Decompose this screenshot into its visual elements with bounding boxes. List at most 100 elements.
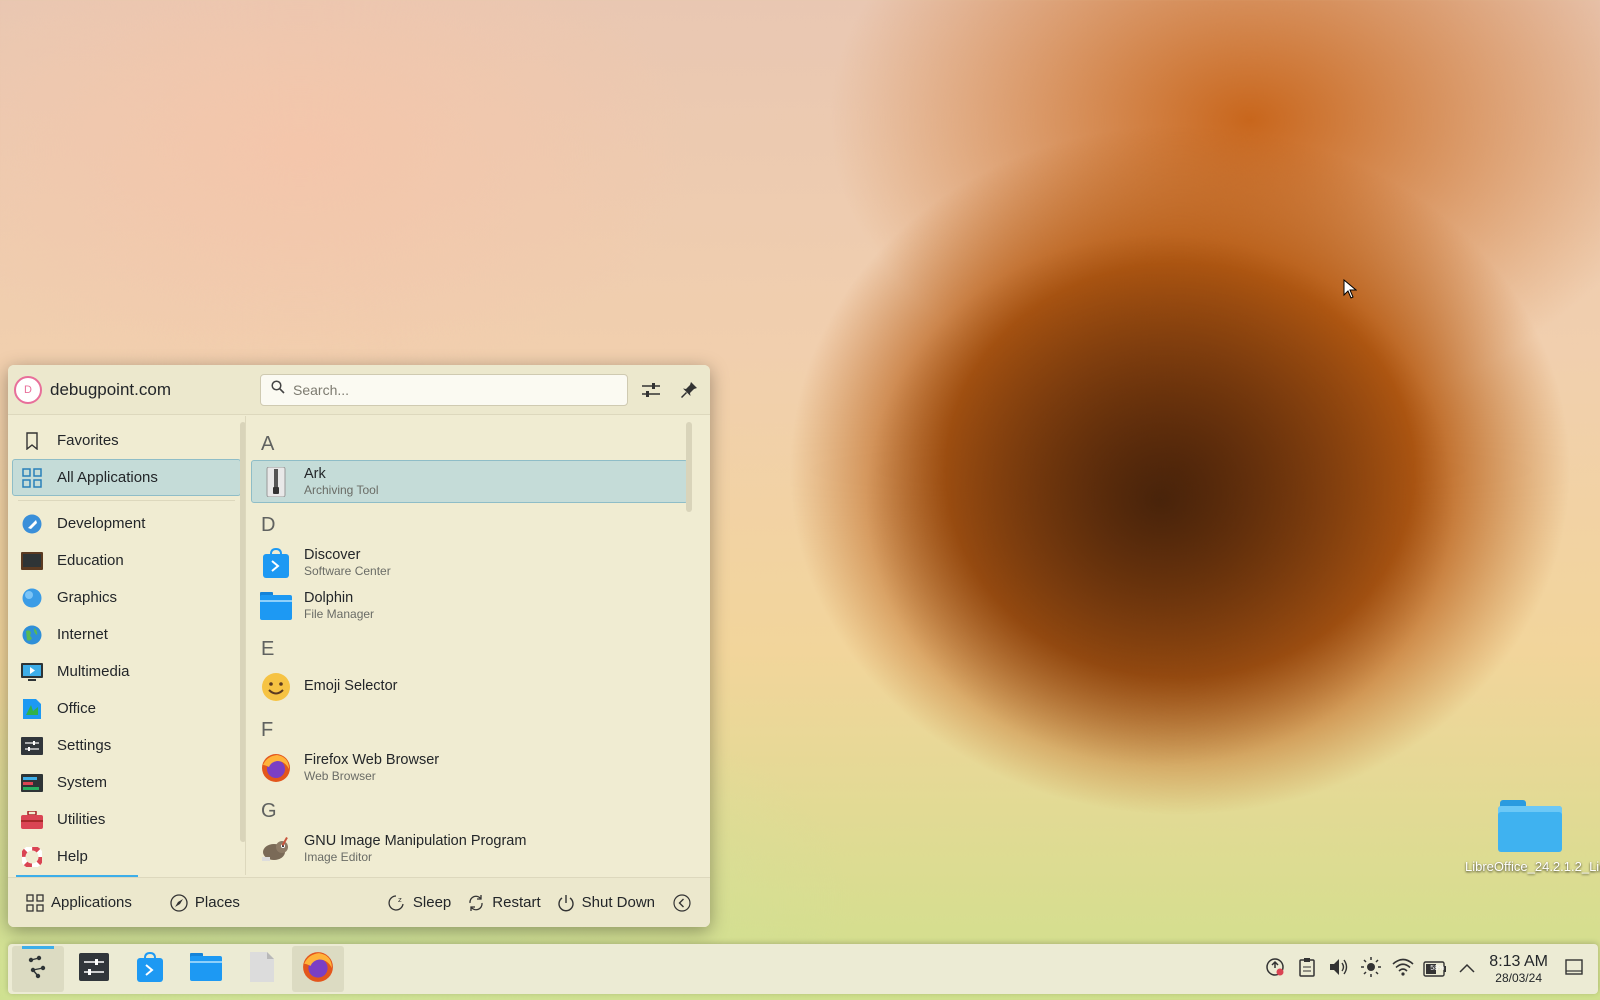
category-label: Education xyxy=(57,552,124,569)
launcher-header: D debugpoint.com xyxy=(8,365,710,415)
category-office[interactable]: Office xyxy=(12,690,241,727)
sleep-button[interactable]: z Sleep xyxy=(380,886,459,920)
folder-icon xyxy=(190,952,222,986)
avatar[interactable]: D xyxy=(14,375,42,404)
category-list: Favorites All Applications Development E… xyxy=(8,416,245,875)
category-label: Office xyxy=(57,700,96,717)
launcher-body: Favorites All Applications Development E… xyxy=(8,416,710,875)
tray-updates[interactable] xyxy=(1259,953,1291,985)
education-icon xyxy=(21,550,43,572)
launcher-button[interactable] xyxy=(12,946,64,992)
app-discover[interactable]: Discover Software Center xyxy=(251,541,688,584)
sleep-label: Sleep xyxy=(412,894,452,911)
tray-expand-button[interactable] xyxy=(1451,953,1483,985)
digital-clock[interactable]: 8:13 AM 28/03/24 xyxy=(1489,953,1548,985)
user-info[interactable]: D debugpoint.com xyxy=(8,375,260,404)
app-list-scrollbar[interactable] xyxy=(686,422,692,512)
application-list: A Ark Archiving Tool D Discover Software C… xyxy=(245,416,710,875)
category-development[interactable]: Development xyxy=(12,505,241,542)
tray-brightness[interactable] xyxy=(1355,953,1387,985)
configure-button[interactable] xyxy=(636,375,666,405)
category-label: Utilities xyxy=(57,811,106,828)
section-letter: G xyxy=(261,800,277,822)
globe-icon xyxy=(21,624,43,646)
search-icon xyxy=(271,380,285,399)
settings-icon xyxy=(21,735,43,757)
tray-volume[interactable] xyxy=(1323,953,1355,985)
category-system[interactable]: System xyxy=(12,764,241,801)
update-notifier-icon xyxy=(1265,957,1285,982)
category-education[interactable]: Education xyxy=(12,542,241,579)
search-box[interactable] xyxy=(260,373,628,406)
restart-icon xyxy=(467,894,485,912)
restart-button[interactable]: Restart xyxy=(459,886,548,920)
category-all-applications[interactable]: All Applications xyxy=(12,459,241,496)
settings-icon xyxy=(79,952,109,986)
taskbar-system-settings[interactable] xyxy=(68,946,120,992)
document-icon xyxy=(250,951,274,987)
category-label: Development xyxy=(57,515,146,532)
app-description: Image Editor xyxy=(304,849,373,864)
category-multimedia[interactable]: Multimedia xyxy=(12,653,241,690)
wifi-icon xyxy=(1392,958,1414,981)
tray-battery[interactable]: 58% xyxy=(1419,953,1451,985)
category-internet[interactable]: Internet xyxy=(12,616,241,653)
svg-text:z: z xyxy=(398,896,402,904)
system-tray: 58% 8:13 AM 28/03/24 xyxy=(1259,944,1590,994)
compass-icon xyxy=(170,893,188,912)
discover-icon xyxy=(136,951,164,987)
tab-places[interactable]: Places xyxy=(162,886,248,920)
category-label: Help xyxy=(57,848,88,865)
category-graphics[interactable]: Graphics xyxy=(12,579,241,616)
app-gimp[interactable]: GNU Image Manipulation Program Image Edit… xyxy=(251,827,688,870)
taskbar-firefox[interactable] xyxy=(292,946,344,992)
show-desktop-icon xyxy=(1565,958,1583,980)
firefox-icon xyxy=(260,752,292,784)
shutdown-label: Shut Down xyxy=(581,894,655,911)
grid-icon xyxy=(21,467,43,489)
taskbar-text-editor[interactable] xyxy=(236,946,288,992)
tray-clipboard[interactable] xyxy=(1291,953,1323,985)
app-name: Firefox Web Browser xyxy=(304,751,440,768)
app-firefox[interactable]: Firefox Web Browser Web Browser xyxy=(251,746,688,789)
category-label: System xyxy=(57,774,108,791)
username: debugpoint.com xyxy=(50,379,171,399)
chevron-left-icon xyxy=(673,893,691,912)
mouse-cursor-icon xyxy=(1343,278,1358,304)
application-launcher: D debugpoint.com Favorites All Applicati… xyxy=(8,365,710,927)
sliders-icon xyxy=(642,382,660,397)
category-favorites[interactable]: Favorites xyxy=(12,422,241,459)
category-utilities[interactable]: Utilities xyxy=(12,801,241,838)
app-dolphin[interactable]: Dolphin File Manager xyxy=(251,584,688,627)
more-power-options-button[interactable] xyxy=(671,886,700,920)
tray-network[interactable] xyxy=(1387,953,1419,985)
taskbar-dolphin[interactable] xyxy=(180,946,232,992)
desktop-libreoffice-folder[interactable]: LibreOffice_24.2.1.2_Linux_x86-... xyxy=(1465,790,1600,875)
show-desktop-button[interactable] xyxy=(1558,953,1590,985)
battery-icon: 58% xyxy=(1423,960,1447,978)
category-help[interactable]: Help xyxy=(12,838,241,875)
app-name: Dolphin xyxy=(304,589,354,606)
folder-icon xyxy=(260,590,292,622)
taskbar-discover[interactable] xyxy=(124,946,176,992)
clipboard-icon xyxy=(1299,957,1316,982)
category-label: Graphics xyxy=(57,589,118,606)
gimp-icon xyxy=(260,833,292,865)
battery-percent: 58% xyxy=(1430,965,1445,972)
taskbar: 58% 8:13 AM 28/03/24 xyxy=(8,944,1598,994)
app-emoji-selector[interactable]: Emoji Selector xyxy=(251,665,688,708)
category-label: Internet xyxy=(57,626,108,643)
category-settings[interactable]: Settings xyxy=(12,727,241,764)
pin-button[interactable] xyxy=(674,375,704,405)
app-description: Archiving Tool xyxy=(304,482,379,497)
shutdown-button[interactable]: Shut Down xyxy=(549,886,663,920)
desktop-icon-label: LibreOffice_24.2.1.2_Linux_x86-... xyxy=(1465,859,1600,874)
section-letter: A xyxy=(261,433,275,455)
app-name: Ark xyxy=(304,465,326,482)
tab-applications[interactable]: Applications xyxy=(18,886,140,920)
app-ark[interactable]: Ark Archiving Tool xyxy=(251,460,688,503)
bookmark-icon xyxy=(21,430,43,452)
system-icon xyxy=(21,772,43,794)
launcher-footer: Applications Places z Sleep Restart Shut… xyxy=(8,877,710,927)
search-input[interactable] xyxy=(293,381,613,398)
